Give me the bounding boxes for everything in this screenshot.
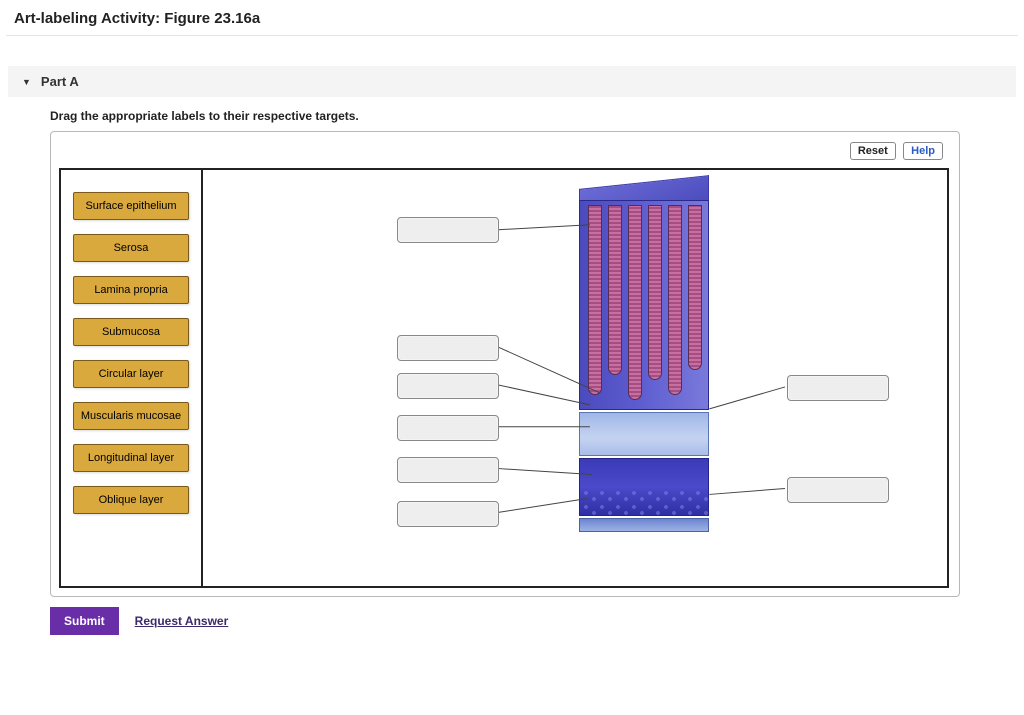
drop-target-7[interactable]: [787, 375, 889, 401]
drop-target-6[interactable]: [397, 501, 499, 527]
dots-icon: [580, 487, 708, 517]
activity-frame: Reset Help Surface epithelium Serosa Lam…: [50, 131, 960, 597]
muscularis-layer: [579, 458, 709, 516]
bottom-actions: Submit Request Answer: [50, 607, 974, 635]
submit-button[interactable]: Submit: [50, 607, 119, 635]
drop-target-2[interactable]: [397, 335, 499, 361]
drop-target-5[interactable]: [397, 457, 499, 483]
drag-label-circular-layer[interactable]: Circular layer: [73, 360, 189, 388]
instructions: Drag the appropriate labels to their res…: [50, 109, 1024, 123]
drag-label-longitudinal-layer[interactable]: Longitudinal layer: [73, 444, 189, 472]
drag-label-serosa[interactable]: Serosa: [73, 234, 189, 262]
drop-target-3[interactable]: [397, 373, 499, 399]
part-header[interactable]: ▼ Part A: [8, 66, 1016, 97]
drag-label-oblique-layer[interactable]: Oblique layer: [73, 486, 189, 514]
drop-target-8[interactable]: [787, 477, 889, 503]
labeling-canvas: Surface epithelium Serosa Lamina propria…: [59, 168, 949, 588]
artboard: [201, 170, 947, 586]
drag-label-muscularis-mucosae[interactable]: Muscularis mucosae: [73, 402, 189, 430]
villi-icon: [580, 201, 708, 409]
page-title: Art-labeling Activity: Figure 23.16a: [0, 0, 1024, 35]
toolbar: Reset Help: [59, 140, 951, 168]
part-label: Part A: [41, 74, 79, 89]
divider-line: [6, 35, 1018, 36]
drag-label-submucosa[interactable]: Submucosa: [73, 318, 189, 346]
request-answer-link[interactable]: Request Answer: [135, 614, 229, 628]
caret-down-icon: ▼: [22, 77, 31, 87]
drag-label-lamina-propria[interactable]: Lamina propria: [73, 276, 189, 304]
labels-column: Surface epithelium Serosa Lamina propria…: [61, 170, 201, 536]
serosa-layer: [579, 518, 709, 532]
help-button[interactable]: Help: [903, 142, 943, 160]
drag-label-surface-epithelium[interactable]: Surface epithelium: [73, 192, 189, 220]
tissue-diagram: [579, 200, 709, 550]
submucosa-layer: [579, 412, 709, 456]
drop-target-4[interactable]: [397, 415, 499, 441]
mucosa-layer: [579, 200, 709, 410]
reset-button[interactable]: Reset: [850, 142, 896, 160]
drop-target-1[interactable]: [397, 217, 499, 243]
